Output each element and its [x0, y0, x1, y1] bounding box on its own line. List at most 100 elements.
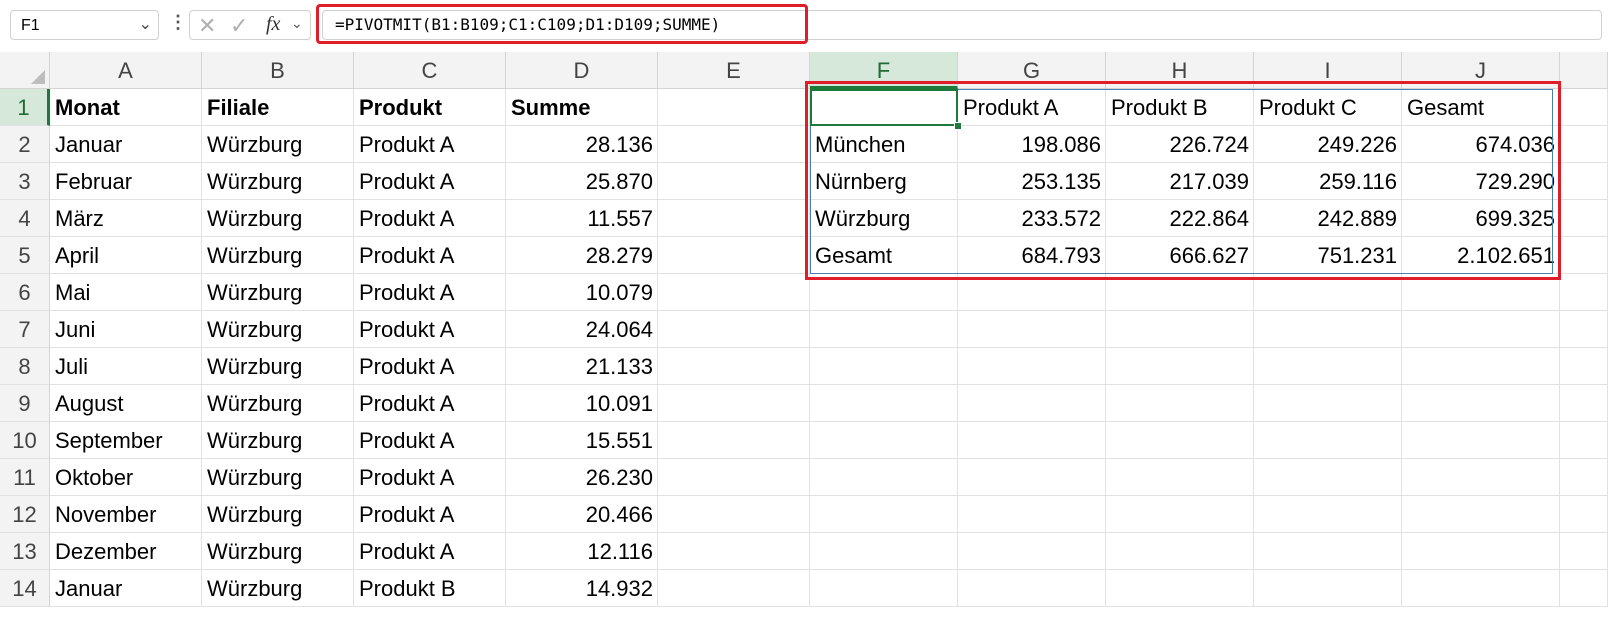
- table-cell: Produkt A: [359, 428, 455, 453]
- cell-j6[interactable]: [1402, 274, 1560, 311]
- row-header-8[interactable]: 8: [0, 348, 50, 385]
- row-header-10[interactable]: 10: [0, 422, 50, 459]
- cell-f6[interactable]: [810, 274, 958, 311]
- cell-i6[interactable]: [1254, 274, 1402, 311]
- cell-e10[interactable]: [658, 422, 810, 459]
- cell-e4[interactable]: [658, 200, 810, 237]
- cancel-icon[interactable]: ✕: [198, 13, 216, 39]
- cell-e8[interactable]: [658, 348, 810, 385]
- cell-h7[interactable]: [1106, 311, 1254, 348]
- name-box[interactable]: F1 ⌄: [10, 10, 159, 40]
- cell-e13[interactable]: [658, 533, 810, 570]
- cell-f7[interactable]: [810, 311, 958, 348]
- cell-i13[interactable]: [1254, 533, 1402, 570]
- fx-icon[interactable]: fx: [266, 13, 280, 36]
- cell-j8[interactable]: [1402, 348, 1560, 385]
- cell-h8[interactable]: [1106, 348, 1254, 385]
- table-cell: 14.932: [585, 576, 653, 601]
- cell-g10[interactable]: [958, 422, 1106, 459]
- cell-g12[interactable]: [958, 496, 1106, 533]
- cell-j9[interactable]: [1402, 385, 1560, 422]
- cell-j14[interactable]: [1402, 570, 1560, 607]
- column-header-f[interactable]: F: [810, 52, 958, 89]
- cell-f10[interactable]: [810, 422, 958, 459]
- row-header-14[interactable]: 14: [0, 570, 50, 607]
- cell-e12[interactable]: [658, 496, 810, 533]
- cell-f13[interactable]: [810, 533, 958, 570]
- cell-h12[interactable]: [1106, 496, 1254, 533]
- column-header-c[interactable]: C: [354, 52, 506, 89]
- cell-i11[interactable]: [1254, 459, 1402, 496]
- cell-g13[interactable]: [958, 533, 1106, 570]
- cell-g9[interactable]: [958, 385, 1106, 422]
- row-header-5[interactable]: 5: [0, 237, 50, 274]
- cell-i14[interactable]: [1254, 570, 1402, 607]
- table-cell: 15.551: [585, 428, 653, 453]
- cell-filler: [1560, 274, 1608, 311]
- cell-i7[interactable]: [1254, 311, 1402, 348]
- cell-j10[interactable]: [1402, 422, 1560, 459]
- column-header-b[interactable]: B: [202, 52, 354, 89]
- table-cell: Würzburg: [207, 317, 303, 342]
- cell-i9[interactable]: [1254, 385, 1402, 422]
- row-header-9[interactable]: 9: [0, 385, 50, 422]
- row-header-1[interactable]: 1: [0, 89, 50, 126]
- cell-e3[interactable]: [658, 163, 810, 200]
- cell-g8[interactable]: [958, 348, 1106, 385]
- cell-f8[interactable]: [810, 348, 958, 385]
- cell-filler: [1560, 126, 1608, 163]
- cell-i12[interactable]: [1254, 496, 1402, 533]
- row-header-13[interactable]: 13: [0, 533, 50, 570]
- cell-h11[interactable]: [1106, 459, 1254, 496]
- cell-j7[interactable]: [1402, 311, 1560, 348]
- cell-g14[interactable]: [958, 570, 1106, 607]
- cell-f9[interactable]: [810, 385, 958, 422]
- cell-e14[interactable]: [658, 570, 810, 607]
- cell-g11[interactable]: [958, 459, 1106, 496]
- row-header-7[interactable]: 7: [0, 311, 50, 348]
- more-icon[interactable]: ⋮: [169, 12, 187, 33]
- cell-f11[interactable]: [810, 459, 958, 496]
- cell-h13[interactable]: [1106, 533, 1254, 570]
- chevron-down-icon[interactable]: ⌄: [139, 14, 152, 34]
- cell-e5[interactable]: [658, 237, 810, 274]
- cell-e9[interactable]: [658, 385, 810, 422]
- cell-h10[interactable]: [1106, 422, 1254, 459]
- cell-j13[interactable]: [1402, 533, 1560, 570]
- row-header-2[interactable]: 2: [0, 126, 50, 163]
- column-header-d[interactable]: D: [506, 52, 658, 89]
- cell-j11[interactable]: [1402, 459, 1560, 496]
- row-header-4[interactable]: 4: [0, 200, 50, 237]
- cell-h14[interactable]: [1106, 570, 1254, 607]
- fill-handle[interactable]: [954, 122, 962, 130]
- column-header-j[interactable]: J: [1402, 52, 1560, 89]
- row-header-6[interactable]: 6: [0, 274, 50, 311]
- cell-h9[interactable]: [1106, 385, 1254, 422]
- row-header-12[interactable]: 12: [0, 496, 50, 533]
- row-header-11[interactable]: 11: [0, 459, 50, 496]
- select-all-corner[interactable]: [0, 52, 50, 89]
- column-header-g[interactable]: G: [958, 52, 1106, 89]
- enter-icon[interactable]: ✓: [230, 13, 248, 39]
- cell-g6[interactable]: [958, 274, 1106, 311]
- column-header-i[interactable]: I: [1254, 52, 1402, 89]
- table-cell: Produkt A: [359, 132, 455, 157]
- cell-e11[interactable]: [658, 459, 810, 496]
- cell-j12[interactable]: [1402, 496, 1560, 533]
- cell-e1[interactable]: [658, 89, 810, 126]
- row-header-3[interactable]: 3: [0, 163, 50, 200]
- column-header-h[interactable]: H: [1106, 52, 1254, 89]
- cell-f14[interactable]: [810, 570, 958, 607]
- cell-i8[interactable]: [1254, 348, 1402, 385]
- cell-h6[interactable]: [1106, 274, 1254, 311]
- column-header-e[interactable]: E: [658, 52, 810, 89]
- cell-e2[interactable]: [658, 126, 810, 163]
- pivot-row-label: Gesamt: [815, 243, 893, 268]
- cell-e7[interactable]: [658, 311, 810, 348]
- cell-f12[interactable]: [810, 496, 958, 533]
- fx-chevron-icon[interactable]: ⌄: [291, 15, 303, 32]
- cell-e6[interactable]: [658, 274, 810, 311]
- cell-i10[interactable]: [1254, 422, 1402, 459]
- cell-g7[interactable]: [958, 311, 1106, 348]
- column-header-a[interactable]: A: [50, 52, 202, 89]
